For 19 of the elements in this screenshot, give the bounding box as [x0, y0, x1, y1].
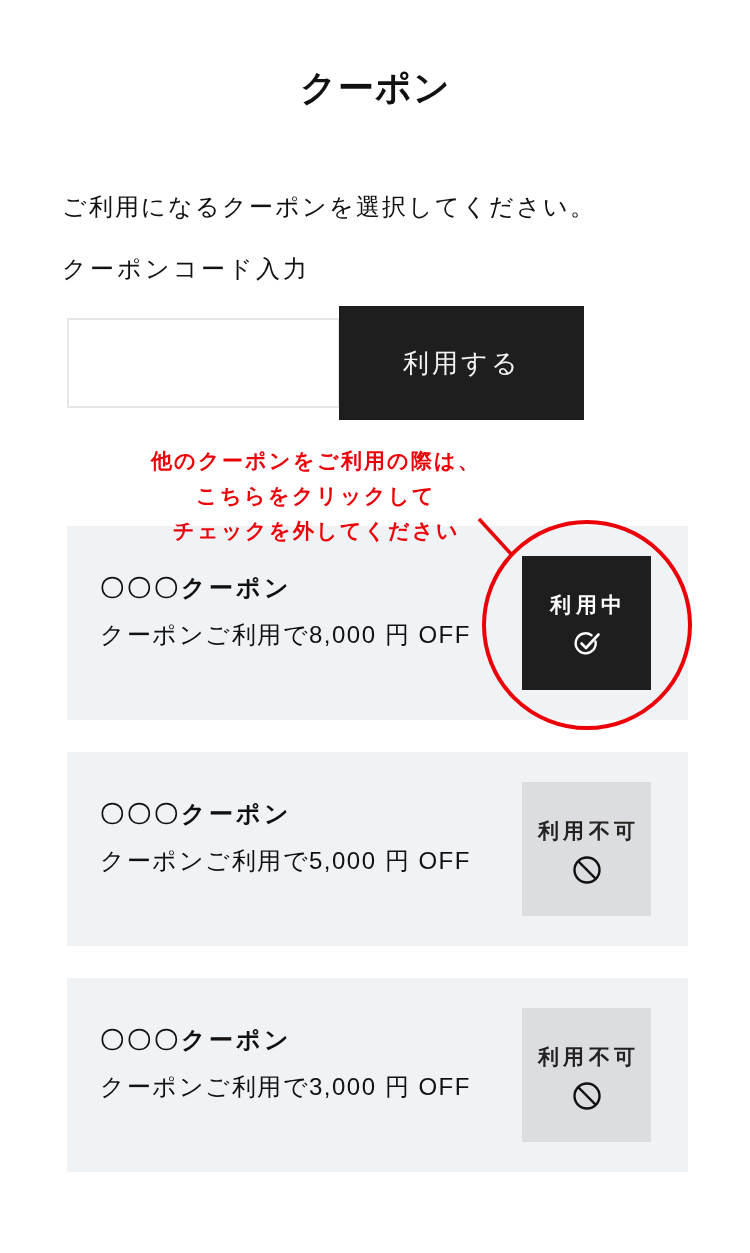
apply-button[interactable]: 利用する [339, 306, 584, 420]
in-use-toggle[interactable]: 利用中 [522, 556, 651, 690]
coupon-code-label: クーポンコード入力 [62, 254, 310, 284]
coupon-description: クーポンご利用で3,000 円 OFF [100, 1072, 471, 1102]
prohibited-icon [572, 1082, 601, 1110]
prohibited-icon [572, 856, 601, 884]
annotation-text: 他のクーポンをご利用の際は、 こちらをクリックして チェックを外してください [151, 448, 481, 544]
coupon-title: 〇〇〇クーポン [100, 799, 292, 829]
coupon-title: 〇〇〇クーポン [100, 1025, 292, 1055]
leader-line [477, 517, 514, 557]
coupon-description: クーポンご利用で5,000 円 OFF [100, 846, 471, 876]
page-title: クーポン [299, 66, 451, 110]
unavailable-toggle[interactable]: 利用不可 [522, 782, 651, 916]
check-circle-icon [572, 630, 601, 658]
unavailable-toggle[interactable]: 利用不可 [522, 1008, 651, 1142]
coupon-code-field[interactable] [67, 318, 340, 408]
coupon-title: 〇〇〇クーポン [100, 573, 292, 603]
instruction-text: ご利用になるクーポンを選択してください。 [62, 192, 596, 222]
coupon-description: クーポンご利用で8,000 円 OFF [100, 620, 471, 650]
